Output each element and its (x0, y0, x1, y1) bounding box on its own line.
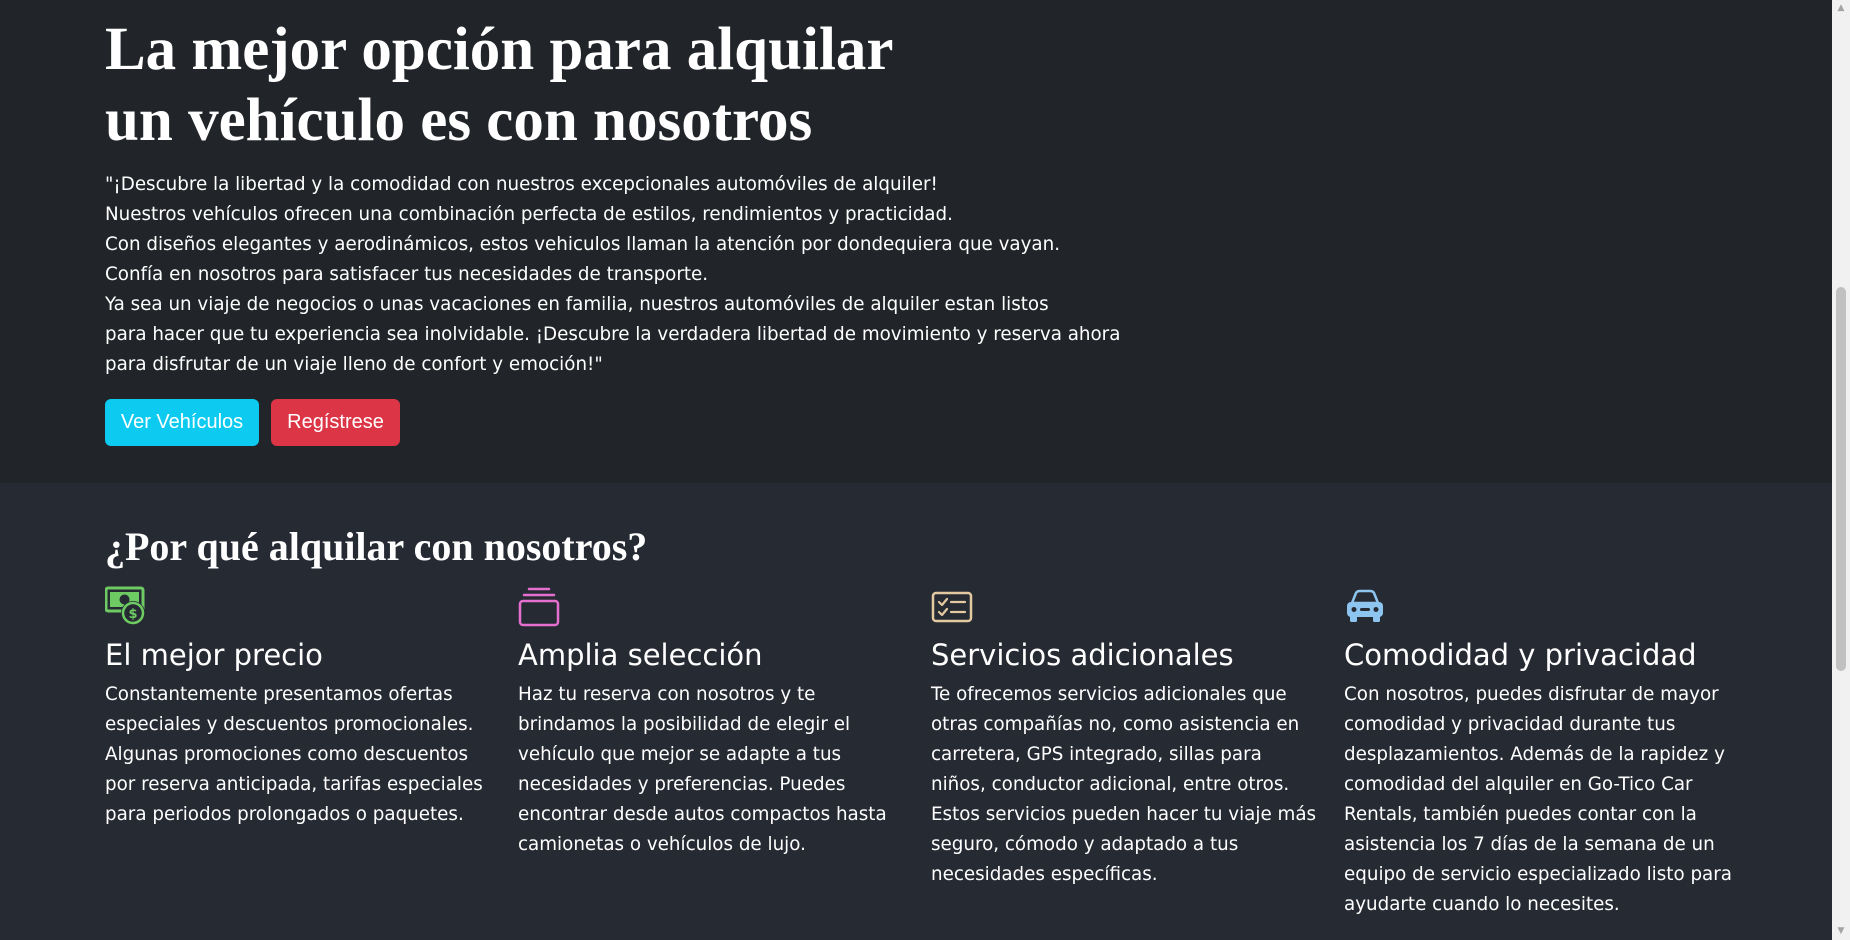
scrollbar-thumb[interactable] (1836, 287, 1846, 671)
car-front-icon (1347, 589, 1383, 622)
features-heading: ¿Por qué alquilar con nosotros? (105, 524, 648, 569)
hero-section: La mejor opción para alquilar un vehícul… (0, 0, 1832, 483)
hero-description-line: Con diseños elegantes y aerodinámicos, e… (105, 234, 1061, 255)
feature-title: Servicios adicionales (931, 638, 1234, 672)
feature-additional-services: Servicios adicionales Te ofrecemos servi… (931, 586, 1316, 885)
scroll-up-arrow-icon[interactable]: ▲ (1832, 0, 1850, 17)
hero-description-line: Ya sea un viaje de negocios o unas vacac… (105, 294, 1049, 315)
cash-coin-icon: $ (105, 586, 145, 625)
card-checklist-icon (931, 591, 973, 623)
features-section: ¿Por qué alquilar con nosotros? $ El mej… (0, 483, 1832, 940)
feature-title: Amplia selección (518, 638, 763, 672)
vertical-scrollbar[interactable]: ▲ ▼ (1832, 0, 1850, 940)
hero-description-line: para disfrutar de un viaje lleno de conf… (105, 354, 603, 375)
feature-title: Comodidad y privacidad (1344, 638, 1697, 672)
feature-wide-selection: Amplia selección Haz tu reserva con noso… (518, 586, 898, 855)
hero-description-line: "¡Descubre la libertad y la comodidad co… (105, 174, 938, 195)
hero-description: "¡Descubre la libertad y la comodidad co… (105, 170, 1121, 380)
view-vehicles-button[interactable]: Ver Vehículos (105, 399, 259, 446)
hero-description-line: Nuestros vehículos ofrecen una combinaci… (105, 204, 953, 225)
hero-description-line: para hacer que tu experiencia sea inolvi… (105, 324, 1121, 345)
svg-text:$: $ (128, 607, 137, 622)
feature-comfort-privacy: Comodidad y privacidad Con nosotros, pue… (1344, 586, 1732, 915)
hero-title-line: un vehículo es con nosotros (105, 87, 813, 154)
feature-text: Haz tu reserva con nosotros y te brindam… (518, 684, 887, 855)
hero-title-line: La mejor opción para alquilar (105, 16, 894, 83)
feature-text: Te ofrecemos servicios adicionales que o… (931, 684, 1317, 885)
collection-icon (518, 587, 560, 627)
feature-text: Constantemente presentamos ofertas espec… (105, 684, 483, 825)
feature-best-price: $ El mejor precio Constantemente present… (105, 586, 485, 825)
hero-description-line: Confía en nosotros para satisfacer tus n… (105, 264, 709, 285)
hero-title: La mejor opción para alquilar un vehícul… (105, 14, 1005, 156)
register-button[interactable]: Regístrese (271, 399, 400, 446)
feature-title: El mejor precio (105, 638, 323, 672)
feature-text: Con nosotros, puedes disfrutar de mayor … (1344, 684, 1732, 915)
scroll-down-arrow-icon[interactable]: ▼ (1832, 923, 1850, 940)
